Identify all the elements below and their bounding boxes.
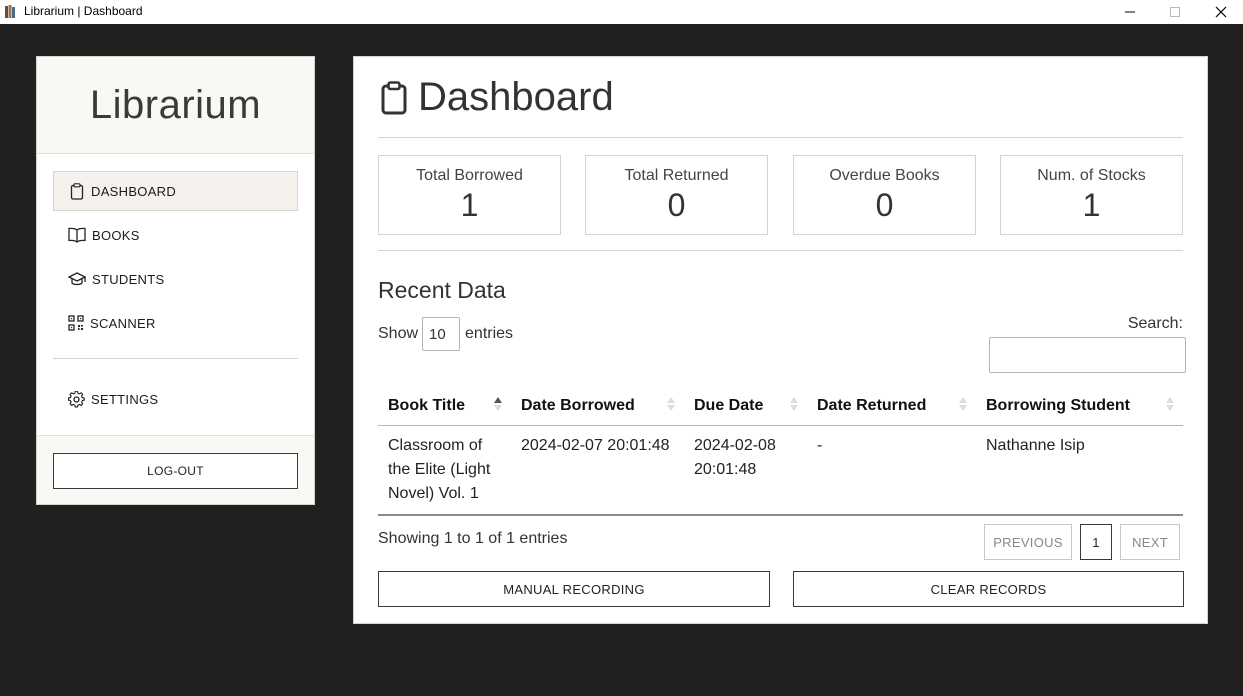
sidebar-item-label: SCANNER <box>90 315 156 331</box>
gear-icon <box>68 390 85 408</box>
sidebar-item-label: STUDENTS <box>92 271 165 287</box>
stat-label: Total Borrowed <box>416 167 523 184</box>
clipboard-icon <box>70 182 84 200</box>
table-row: Classroom of the Elite (Light Novel) Vol… <box>378 425 1183 516</box>
maximize-icon <box>1170 7 1180 17</box>
close-icon <box>1215 6 1227 18</box>
stat-value: 1 <box>1082 187 1101 223</box>
sidebar-footer: LOG-OUT <box>37 435 314 504</box>
sidebar-item-label: SETTINGS <box>91 391 159 407</box>
sidebar-item-dashboard[interactable]: DASHBOARD <box>53 171 298 211</box>
minimize-button[interactable] <box>1107 0 1153 24</box>
section-title: Recent Data <box>378 277 506 303</box>
sort-icon <box>790 397 798 411</box>
column-header-label: Date Returned <box>817 397 927 415</box>
search-input[interactable] <box>989 337 1186 373</box>
logout-button[interactable]: LOG-OUT <box>53 453 298 489</box>
table-cell: 2024-02-07 20:01:48 <box>511 425 684 516</box>
cards-divider <box>378 250 1183 251</box>
maximize-button[interactable] <box>1152 0 1198 24</box>
column-header-label: Borrowing Student <box>986 397 1130 415</box>
brand-header: Librarium <box>37 57 314 154</box>
stat-label: Total Returned <box>624 167 729 184</box>
window-title: Librarium | Dashboard <box>24 4 143 18</box>
column-header-due-date[interactable]: Due Date <box>684 388 807 426</box>
main-panel: Dashboard Total Borrowed 1 Total Returne… <box>353 56 1208 624</box>
column-header-label: Due Date <box>694 397 764 415</box>
qr-code-icon <box>68 315 84 331</box>
page-title: Dashboard <box>380 75 614 120</box>
stat-card-overdue-books: Overdue Books 0 <box>793 155 976 235</box>
close-button[interactable] <box>1198 0 1243 24</box>
recent-data-table: Book Title Date Borrowed Due Date Date R… <box>378 388 1183 516</box>
table-cell: Nathanne Isip <box>976 425 1183 516</box>
stat-value: 0 <box>875 187 894 223</box>
sidebar-item-scanner[interactable]: SCANNER <box>53 303 298 343</box>
entries-length-control: Show 10 entries <box>378 317 513 351</box>
stat-value: 0 <box>667 187 686 223</box>
clipboard-icon <box>381 80 407 114</box>
sidebar-item-label: DASHBOARD <box>91 183 177 199</box>
stat-value: 1 <box>460 187 479 223</box>
pagination-page-button[interactable]: 1 <box>1080 524 1112 560</box>
column-header-label: Date Borrowed <box>521 397 635 415</box>
brand-name: Librarium <box>89 82 262 127</box>
stat-label: Num. of Stocks <box>1037 167 1146 184</box>
minimize-icon <box>1125 11 1135 13</box>
column-header-book-title[interactable]: Book Title <box>378 388 511 426</box>
sidebar-divider <box>53 358 298 359</box>
manual-recording-button[interactable]: MANUAL RECORDING <box>378 571 770 607</box>
search-label: Search: <box>1127 315 1183 332</box>
sidebar: Librarium DASHBOARD BOOKS STUDENTS SCANN… <box>36 56 315 505</box>
stat-card-total-returned: Total Returned 0 <box>585 155 768 235</box>
stat-label: Overdue Books <box>829 167 940 184</box>
sidebar-item-settings[interactable]: SETTINGS <box>53 379 298 419</box>
book-open-icon <box>68 227 86 243</box>
sort-ascending-icon <box>494 397 502 411</box>
page-title-text: Dashboard <box>418 75 614 119</box>
graduation-cap-icon <box>68 272 86 286</box>
entries-label: entries <box>465 325 514 342</box>
pagination-previous-button[interactable]: PREVIOUS <box>984 524 1072 560</box>
table-cell: - <box>807 425 976 516</box>
sidebar-item-books[interactable]: BOOKS <box>53 215 298 255</box>
sort-icon <box>667 397 675 411</box>
clear-records-button[interactable]: CLEAR RECORDS <box>793 571 1184 607</box>
stat-card-num-stocks: Num. of Stocks 1 <box>1000 155 1183 235</box>
column-header-label: Book Title <box>388 397 466 415</box>
column-header-date-borrowed[interactable]: Date Borrowed <box>511 388 684 426</box>
table-info: Showing 1 to 1 of 1 entries <box>378 530 568 547</box>
sort-icon <box>959 397 967 411</box>
window-titlebar: Librarium | Dashboard <box>0 0 1243 24</box>
app-icon <box>5 5 15 18</box>
pagination-next-button[interactable]: NEXT <box>1120 524 1180 560</box>
title-divider <box>378 137 1183 138</box>
sidebar-item-label: BOOKS <box>92 227 140 243</box>
sidebar-item-students[interactable]: STUDENTS <box>53 259 298 299</box>
show-label: Show <box>378 325 419 342</box>
sort-icon <box>1166 397 1174 411</box>
table-cell: Classroom of the Elite (Light Novel) Vol… <box>378 425 511 516</box>
column-header-date-returned[interactable]: Date Returned <box>807 388 976 426</box>
entries-length-select[interactable]: 10 <box>422 317 461 351</box>
table-cell: 2024-02-08 20:01:48 <box>684 425 807 516</box>
column-header-borrowing-student[interactable]: Borrowing Student <box>976 388 1183 426</box>
stat-card-total-borrowed: Total Borrowed 1 <box>378 155 561 235</box>
